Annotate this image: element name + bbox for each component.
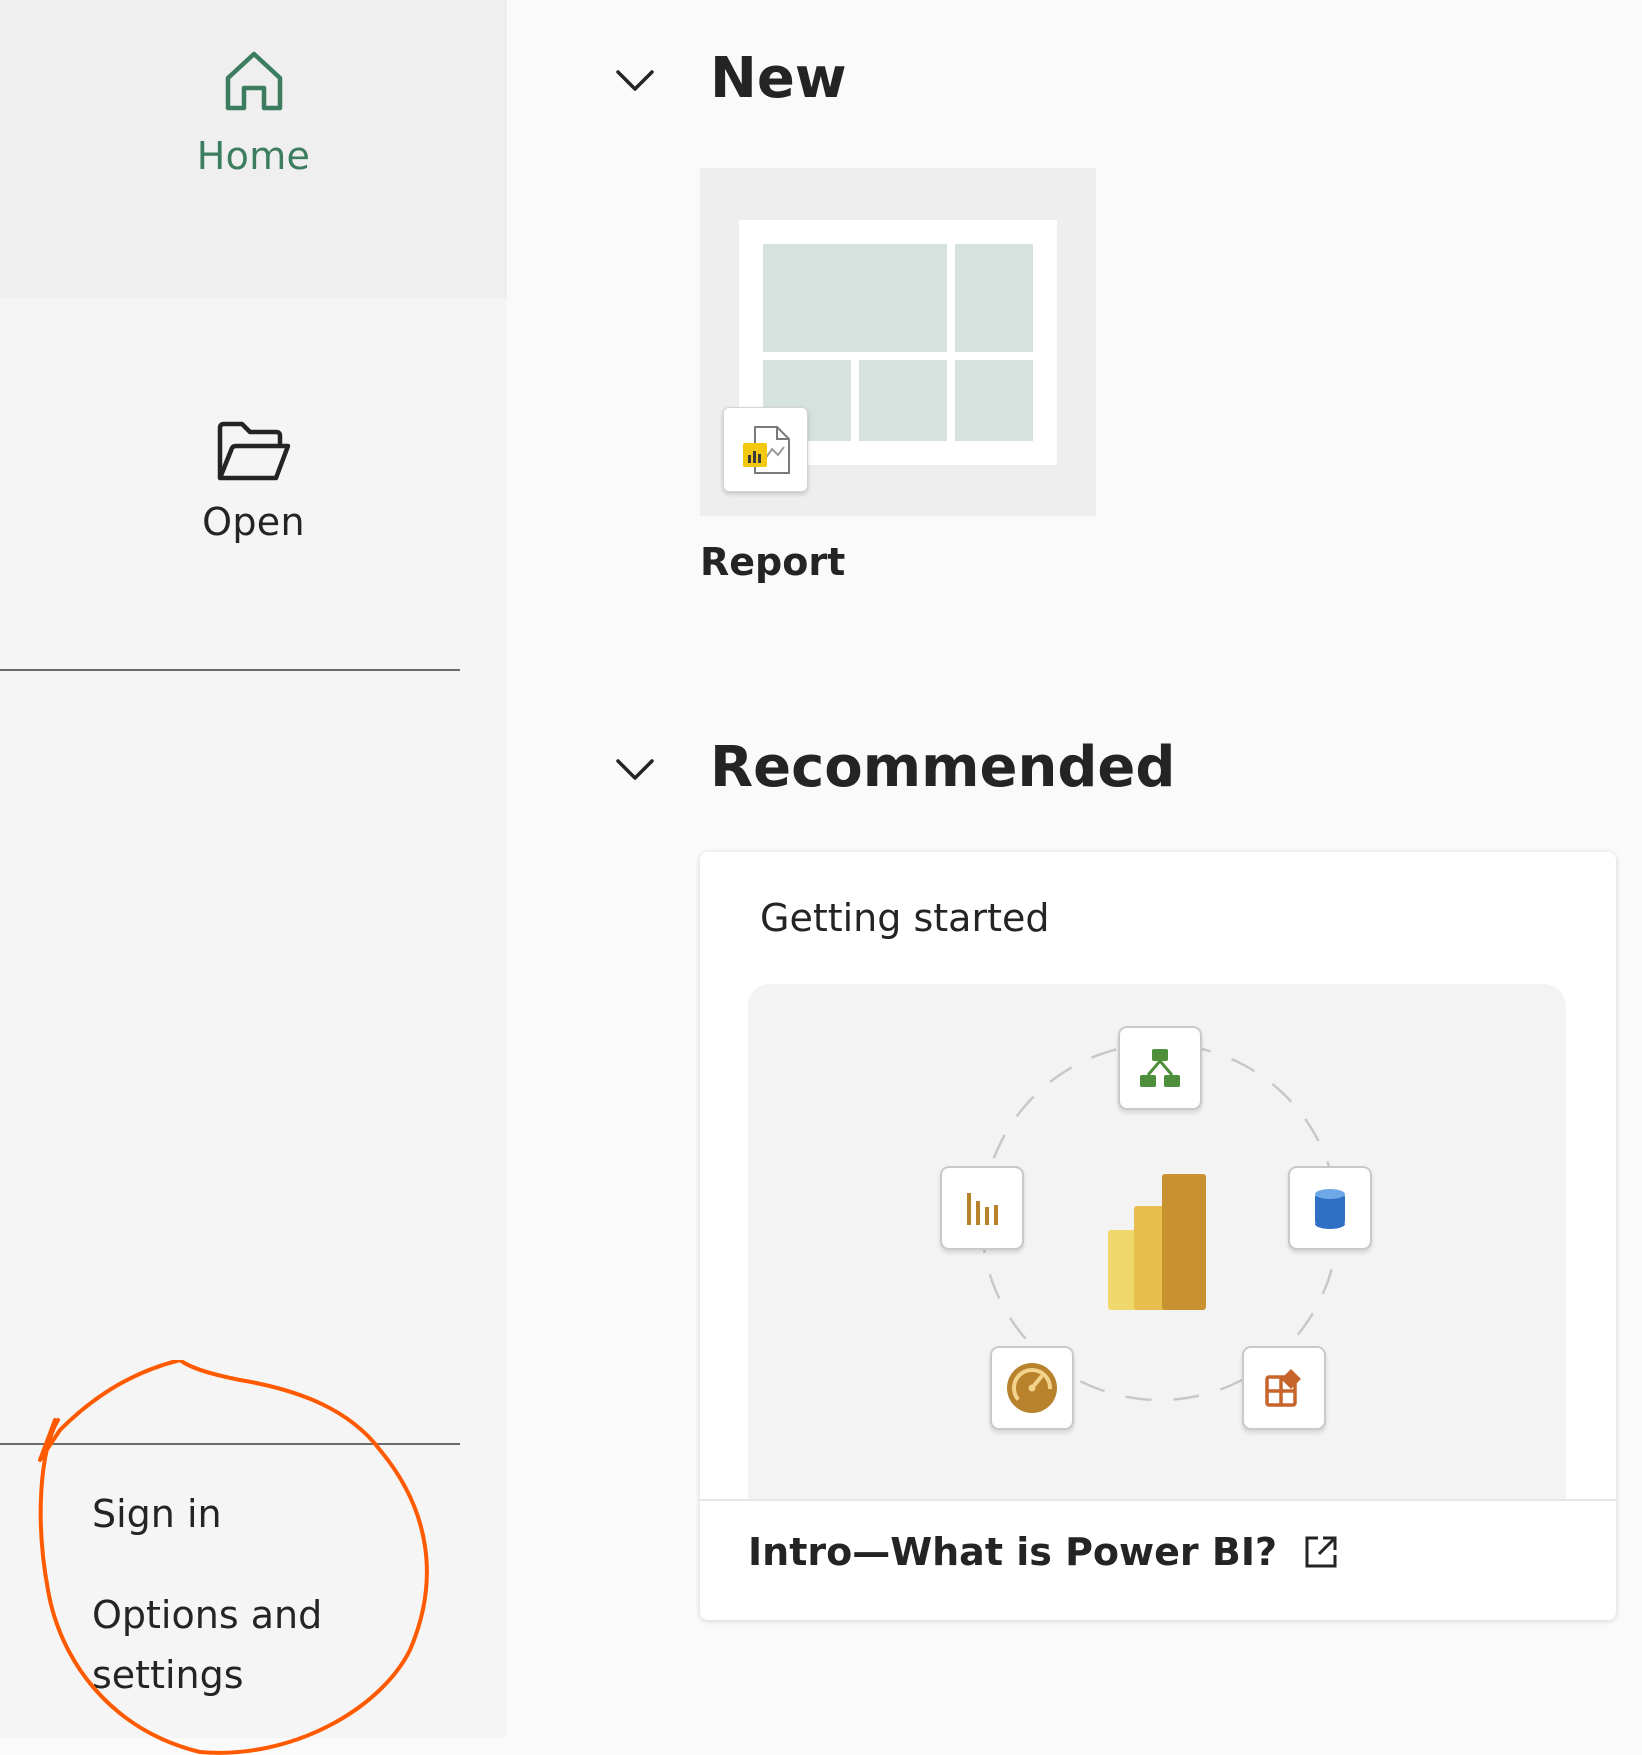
section-recommended-title: Recommended bbox=[710, 735, 1176, 800]
nav-open[interactable]: Open bbox=[0, 410, 507, 580]
card-title: Getting started bbox=[760, 896, 1050, 940]
nav-home-label: Home bbox=[196, 134, 311, 178]
new-report-label[interactable]: Report bbox=[700, 540, 845, 584]
card-footer[interactable]: Intro—What is Power BI? bbox=[748, 1530, 1339, 1574]
section-new-title: New bbox=[710, 46, 847, 111]
database-tile bbox=[1288, 1166, 1372, 1250]
nav-divider bbox=[0, 669, 460, 671]
chevron-down-icon bbox=[616, 758, 654, 780]
nav-divider bbox=[0, 1443, 460, 1445]
thumbnail-cell bbox=[955, 244, 1033, 352]
nav-home[interactable]: Home bbox=[0, 0, 507, 298]
gauge-tile bbox=[990, 1346, 1074, 1430]
bar-chart-icon bbox=[967, 1193, 998, 1225]
thumbnail-cell bbox=[763, 244, 947, 352]
new-report-tile[interactable] bbox=[700, 168, 1096, 516]
section-new-header[interactable]: New bbox=[612, 46, 847, 111]
report-badge bbox=[723, 407, 808, 492]
dashboard-tile bbox=[1242, 1346, 1326, 1430]
bar-chart-tile bbox=[940, 1166, 1024, 1250]
thumbnail-cell bbox=[955, 360, 1033, 441]
gauge-icon bbox=[1007, 1363, 1057, 1413]
getting-started-illustration bbox=[748, 984, 1566, 1499]
home-icon bbox=[225, 51, 282, 111]
dashboard-icon bbox=[1265, 1369, 1301, 1407]
power-bi-logo bbox=[1108, 1174, 1206, 1310]
folder-open-icon bbox=[217, 421, 290, 481]
section-recommended-header[interactable]: Recommended bbox=[612, 735, 1175, 800]
power-bi-start-page: Home Open Sign in Options and settings N… bbox=[0, 0, 1642, 1755]
sign-in-link[interactable]: Sign in bbox=[92, 1484, 222, 1544]
left-navigation: Home Open Sign in Options and settings bbox=[0, 0, 507, 1755]
report-file-icon bbox=[742, 425, 790, 474]
dataflow-icon bbox=[1140, 1049, 1180, 1087]
dataflow-tile bbox=[1118, 1026, 1202, 1110]
options-and-settings-link[interactable]: Options and settings bbox=[92, 1585, 392, 1705]
nav-open-label: Open bbox=[202, 500, 305, 544]
database-icon bbox=[1315, 1189, 1345, 1229]
external-link-icon bbox=[1305, 1536, 1337, 1568]
thumbnail-cell bbox=[859, 360, 947, 441]
card-divider bbox=[700, 1499, 1616, 1501]
intro-link[interactable]: Intro—What is Power BI? bbox=[748, 1530, 1277, 1574]
getting-started-card[interactable]: Getting started Intro—What is Power BI? bbox=[700, 852, 1616, 1620]
chevron-down-icon bbox=[616, 69, 654, 91]
